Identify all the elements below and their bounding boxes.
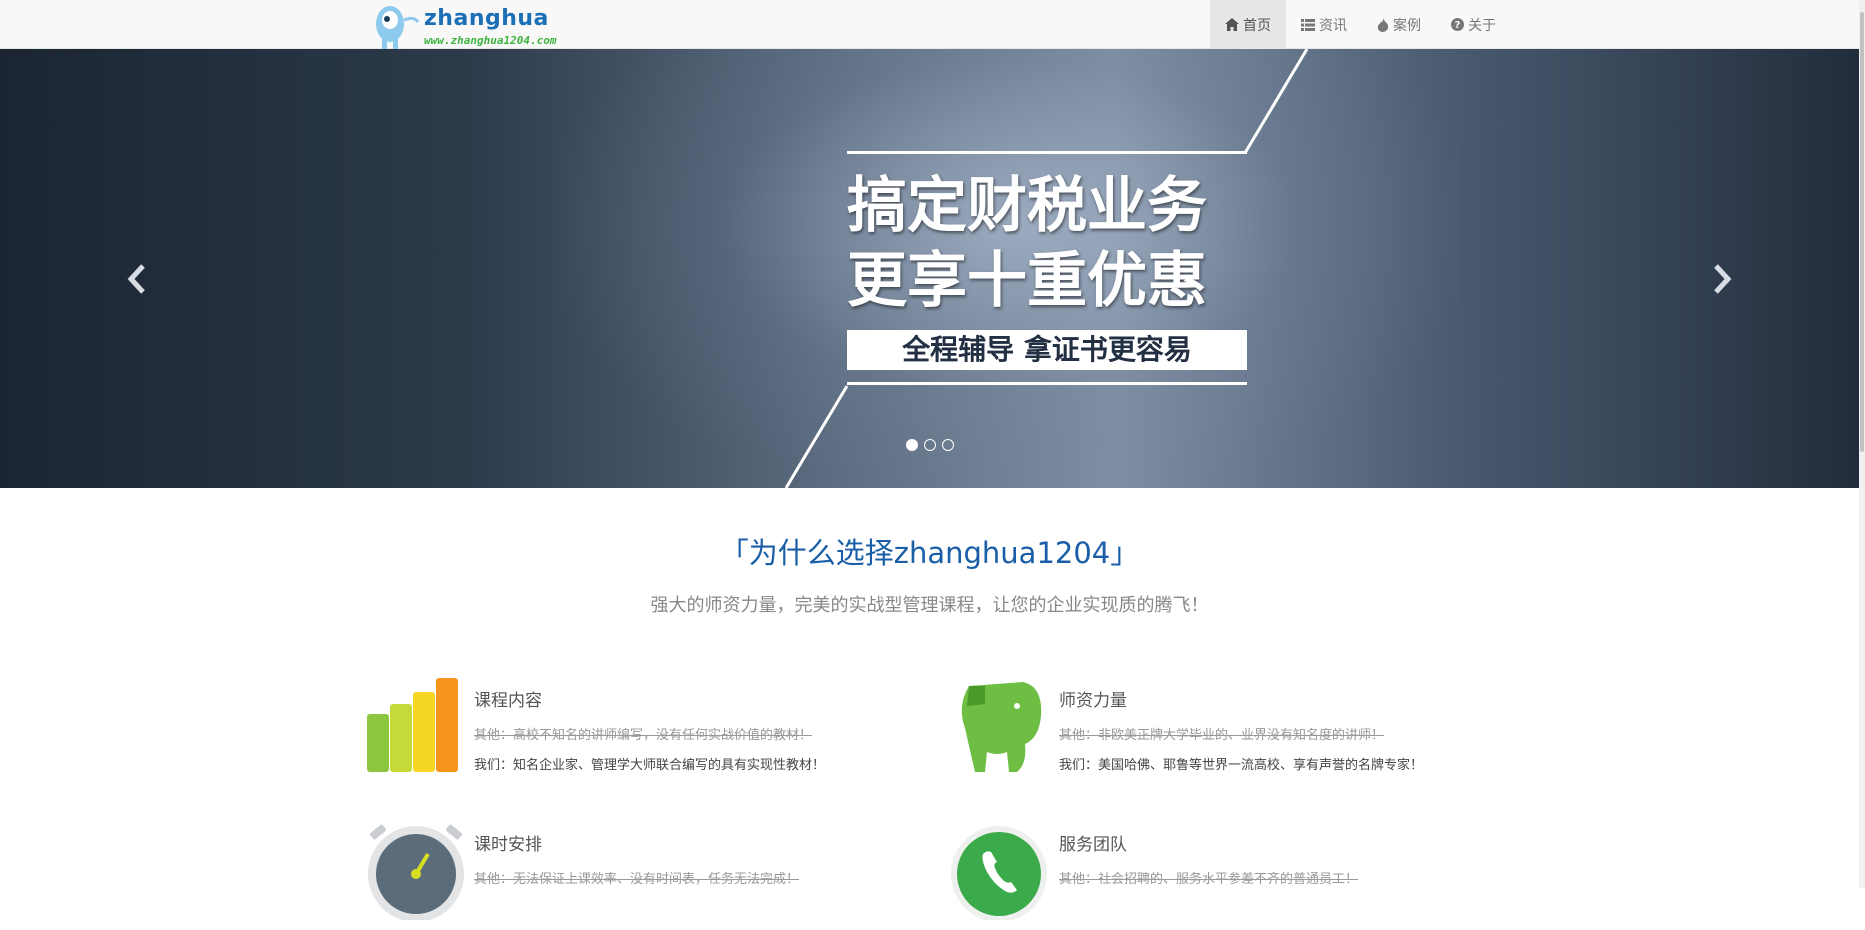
stopwatch-icon [368,824,464,920]
feature-service-team: 服务团队 其他：社会招聘的、服务水平参差不齐的普通员工！ [951,820,1511,930]
slide-headline: 搞定财税业务 更享十重优惠 [847,169,1247,319]
feature-others-text: 其他：无法保证上课效率、没有时间表，任务无法完成！ [474,872,800,887]
feature-ours-text: 我们：知名企业家、管理学大师联合编写的具有实现性教材！ [474,758,826,773]
page-scrollbar-thumb[interactable] [1860,12,1864,452]
home-icon [1225,18,1239,31]
feature-schedule: 课时安排 其他：无法保证上课效率、没有时间表，任务无法完成！ [366,820,926,930]
feature-others-text: 其他：高校不知名的讲师编写，没有任何实战价值的教材！ [474,728,813,743]
svg-text:?: ? [1455,20,1461,31]
elephant-icon [961,682,1042,772]
nav-item-home[interactable]: 首页 [1210,0,1286,49]
brand-logo[interactable]: zhanghua www.zhanghua1204.com [366,0,581,49]
nav-label-about: 关于 [1468,17,1496,34]
carousel-prev-button[interactable] [107,249,167,309]
question-circle-icon: ? [1451,18,1464,31]
slide-headline-line1: 搞定财税业务 [847,171,1207,241]
feature-faculty: 师资力量 其他：非欧美正牌大学毕业的、业界没有知名度的讲师！ 我们：美国哈佛、耶… [951,676,1511,786]
navbar: zhanghua www.zhanghua1204.com 首页 资讯 案例 ?… [0,0,1859,49]
bar-chart-icon [367,678,458,772]
headline-top-bar [847,151,1247,154]
phone-icon [951,826,1047,920]
list-icon [1301,18,1315,31]
chevron-right-icon [1714,264,1732,294]
nav-label-cases: 案例 [1393,17,1421,34]
fire-icon [1377,17,1389,32]
slide-tagline: 全程辅导 拿证书更容易 [847,330,1247,370]
mascot-icon [376,6,420,49]
chevron-left-icon [127,264,145,294]
carousel-indicator-2[interactable] [924,439,936,451]
nav-item-news[interactable]: 资讯 [1286,0,1362,49]
feature-title: 课时安排 [474,835,542,855]
feature-title: 课程内容 [474,691,542,711]
carousel-indicators [906,439,954,451]
main-nav: 首页 资讯 案例 ? 关于 [1210,0,1511,49]
feature-title: 服务团队 [1059,835,1127,855]
feature-others-text: 其他：社会招聘的、服务水平参差不齐的普通员工！ [1059,872,1359,887]
feature-course-content: 课程内容 其他：高校不知名的讲师编写，没有任何实战价值的教材！ 我们：知名企业家… [366,676,926,786]
brand-name: zhanghua [424,6,549,31]
slide-headline-line2: 更享十重优惠 [847,246,1207,316]
carousel-indicator-3[interactable] [942,439,954,451]
nav-label-home: 首页 [1243,17,1271,34]
headline-bottom-bar [847,382,1247,385]
feature-title: 师资力量 [1059,691,1127,711]
carousel-next-button[interactable] [1692,249,1752,309]
nav-label-news: 资讯 [1319,17,1347,34]
feature-ours-text: 我们：美国哈佛、耶鲁等世界一流高校、享有声誉的名牌专家！ [1059,758,1424,773]
feature-others-text: 其他：非欧美正牌大学毕业的、业界没有知名度的讲师！ [1059,728,1385,743]
section-subtitle: 强大的师资力量，完美的实战型管理课程，让您的企业实现质的腾飞！ [650,595,1209,616]
hero-carousel[interactable]: 搞定财税业务 更享十重优惠 全程辅导 拿证书更容易 [0,49,1859,488]
brand-url: www.zhanghua1204.com [424,34,557,47]
nav-item-cases[interactable]: 案例 [1362,0,1436,49]
carousel-indicator-1[interactable] [906,439,918,451]
section-title: 「为什么选择zhanghua1204」 [719,536,1140,570]
nav-item-about[interactable]: ? 关于 [1436,0,1511,49]
